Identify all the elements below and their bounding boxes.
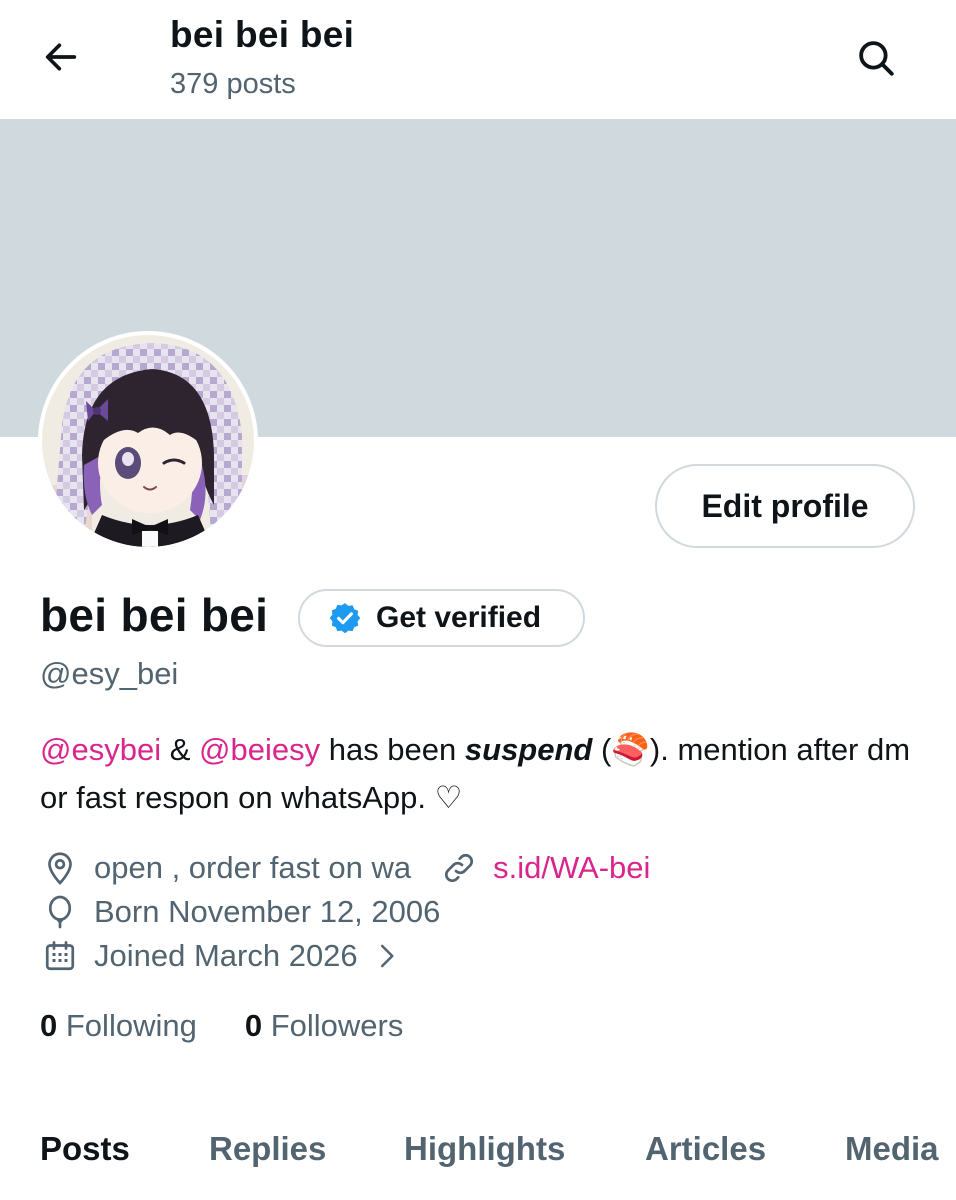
following-link[interactable]: 0 Following [40, 1008, 197, 1044]
display-name: bei bei bei [40, 589, 269, 641]
following-count: 0 [40, 1008, 58, 1043]
user-handle: @esy_bei [40, 656, 179, 691]
link-icon [439, 848, 479, 888]
back-button[interactable] [36, 32, 86, 82]
followers-count: 0 [244, 1008, 263, 1043]
following-label: Following [65, 1008, 197, 1043]
tab-highlights[interactable]: Highlights [404, 1130, 565, 1168]
search-button[interactable] [848, 30, 904, 86]
birthday-text: Born November 12, 2006 [94, 894, 441, 929]
header-title: bei bei bei [170, 14, 355, 55]
follow-stats: 0 Following 0 Followers [40, 1008, 403, 1044]
edit-profile-button[interactable]: Edit profile [655, 464, 915, 548]
followers-label: Followers [270, 1008, 404, 1043]
bio-emphasis: suspend [464, 732, 593, 767]
sushi-emoji-icon: 🍣 [611, 732, 650, 767]
post-count: 379 posts [170, 68, 296, 100]
heart-icon: ♡ [434, 780, 463, 815]
tab-articles[interactable]: Articles [645, 1130, 766, 1168]
tab-replies[interactable]: Replies [209, 1130, 326, 1168]
chevron-right-icon [366, 936, 406, 976]
search-icon [859, 41, 894, 76]
bio-mention-beiesy[interactable]: @beiesy [199, 732, 320, 767]
avatar-image [42, 335, 254, 547]
tab-posts[interactable]: Posts [40, 1130, 130, 1168]
tab-media[interactable]: Media [845, 1130, 939, 1168]
profile-bio: @esybei & @beiesy has been suspend (🍣). … [40, 726, 920, 822]
verified-badge-icon [329, 603, 361, 634]
bio-text: ( [592, 732, 612, 767]
bio-text: & [161, 732, 199, 767]
balloon-icon [40, 892, 80, 932]
profile-website-link[interactable]: s.id/WA-bei [493, 850, 650, 886]
location-text: open , order fast on wa [94, 850, 412, 885]
bio-mention-esybei[interactable]: @esybei [40, 732, 161, 767]
bio-text: has been [320, 732, 465, 767]
location-pin-icon [40, 848, 80, 888]
get-verified-button[interactable]: Get verified [298, 589, 585, 647]
get-verified-label: Get verified [376, 601, 542, 634]
arrow-left-icon [45, 43, 77, 71]
meta-location-row: open , order fast on wa s.id/WA-bei [40, 848, 650, 888]
avatar[interactable] [38, 331, 258, 551]
calendar-icon [40, 936, 80, 976]
meta-joined-row[interactable]: Joined March 2026 [40, 936, 420, 976]
joined-text: Joined March 2026 [94, 938, 358, 973]
followers-link[interactable]: 0 Followers [245, 1008, 404, 1044]
meta-birthday-row: Born November 12, 2006 [40, 892, 440, 932]
